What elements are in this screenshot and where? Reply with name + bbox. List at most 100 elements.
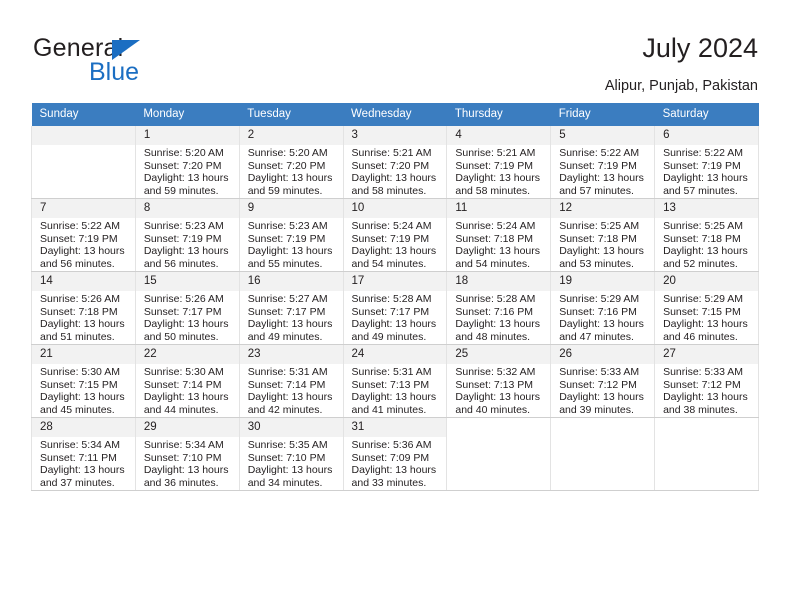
- calendar-day-cell[interactable]: 1 Sunrise: 5:20 AM Sunset: 7:20 PM Daylight…: [134, 126, 240, 199]
- day-number: 29: [135, 418, 239, 437]
- day-detail-daylight1: Daylight: 13 hours: [351, 172, 437, 185]
- day-cell-inner: 7 Sunrise: 5:22 AM Sunset: 7:19 PM Daylight…: [32, 199, 135, 271]
- day-cell-inner: 3 Sunrise: 5:21 AM Sunset: 7:20 PM Daylight…: [343, 126, 447, 198]
- day-details: Sunrise: 5:34 AM Sunset: 7:11 PM Daylight:…: [32, 437, 135, 489]
- day-detail-sunrise: Sunrise: 5:22 AM: [663, 147, 744, 159]
- calendar-page: General Blue July 2024 Alipur, Punjab, P…: [0, 0, 792, 612]
- day-cell-inner: 16 Sunrise: 5:27 AM Sunset: 7:17 PM Dayligh…: [239, 272, 343, 344]
- calendar-day-cell[interactable]: 3 Sunrise: 5:21 AM Sunset: 7:20 PM Daylight…: [342, 126, 448, 199]
- calendar-day-cell[interactable]: 29 Sunrise: 5:34 AM Sunset: 7:10 PM Dayligh…: [134, 417, 240, 491]
- day-detail-sunrise: Sunrise: 5:31 AM: [247, 366, 328, 378]
- day-detail-sunrise: Sunrise: 5:33 AM: [663, 366, 744, 378]
- day-detail-daylight1: Daylight: 13 hours: [559, 318, 644, 331]
- day-detail-sunrise: Sunrise: 5:23 AM: [247, 220, 328, 232]
- day-detail-daylight2: and 52 minutes.: [663, 257, 738, 270]
- calendar-day-cell[interactable]: 27 Sunrise: 5:33 AM Sunset: 7:12 PM Dayligh…: [654, 344, 759, 418]
- day-number: 18: [447, 272, 551, 291]
- day-cell-inner: 31 Sunrise: 5:36 AM Sunset: 7:09 PM Dayligh…: [343, 418, 447, 490]
- calendar-day-cell[interactable]: 25 Sunrise: 5:32 AM Sunset: 7:13 PM Dayligh…: [446, 344, 552, 418]
- day-details: Sunrise: 5:23 AM Sunset: 7:19 PM Daylight:…: [240, 218, 343, 270]
- calendar-day-cell[interactable]: 23 Sunrise: 5:31 AM Sunset: 7:14 PM Dayligh…: [238, 344, 344, 418]
- day-detail-daylight1: Daylight: 13 hours: [247, 464, 333, 477]
- day-cell-inner: 20 Sunrise: 5:29 AM Sunset: 7:15 PM Dayligh…: [655, 272, 758, 344]
- day-detail-sunset: Sunset: 7:17 PM: [247, 305, 326, 318]
- calendar-day-cell[interactable]: 13 Sunrise: 5:25 AM Sunset: 7:18 PM Dayligh…: [654, 198, 759, 272]
- day-cell-inner: 30 Sunrise: 5:35 AM Sunset: 7:10 PM Dayligh…: [239, 418, 343, 490]
- calendar-day-cell[interactable]: 24 Sunrise: 5:31 AM Sunset: 7:13 PM Dayligh…: [342, 344, 448, 418]
- calendar-day-cell[interactable]: 9 Sunrise: 5:23 AM Sunset: 7:19 PM Daylight…: [238, 198, 344, 272]
- day-detail-sunrise: Sunrise: 5:30 AM: [143, 366, 224, 378]
- calendar-day-cell[interactable]: 18 Sunrise: 5:28 AM Sunset: 7:16 PM Dayligh…: [446, 271, 552, 345]
- day-cell-inner: 17 Sunrise: 5:28 AM Sunset: 7:17 PM Dayligh…: [343, 272, 447, 344]
- day-number: 30: [239, 418, 343, 437]
- day-detail-daylight1: Daylight: 13 hours: [559, 172, 644, 185]
- calendar-day-cell[interactable]: 30 Sunrise: 5:35 AM Sunset: 7:10 PM Dayligh…: [238, 417, 344, 491]
- day-details: Sunrise: 5:22 AM Sunset: 7:19 PM Daylight:…: [551, 145, 654, 197]
- calendar-day-cell[interactable]: 5 Sunrise: 5:22 AM Sunset: 7:19 PM Daylight…: [550, 126, 656, 199]
- logo-text-blue: Blue: [89, 58, 140, 86]
- calendar-day-cell[interactable]: 21 Sunrise: 5:30 AM Sunset: 7:15 PM Dayligh…: [31, 344, 136, 418]
- day-detail-daylight2: and 49 minutes.: [351, 330, 427, 343]
- day-detail-sunset: Sunset: 7:19 PM: [247, 232, 326, 245]
- calendar-day-cell[interactable]: 4 Sunrise: 5:21 AM Sunset: 7:19 PM Daylight…: [446, 126, 552, 199]
- calendar-day-cell[interactable]: 31 Sunrise: 5:36 AM Sunset: 7:09 PM Dayligh…: [342, 417, 448, 491]
- day-details: Sunrise: 5:21 AM Sunset: 7:20 PM Daylight:…: [344, 145, 447, 197]
- calendar-day-cell[interactable]: 26 Sunrise: 5:33 AM Sunset: 7:12 PM Dayligh…: [550, 344, 656, 418]
- day-number: 23: [239, 345, 343, 364]
- calendar-day-cell[interactable]: 19 Sunrise: 5:29 AM Sunset: 7:16 PM Dayligh…: [550, 271, 656, 345]
- calendar-day-cell[interactable]: 15 Sunrise: 5:26 AM Sunset: 7:17 PM Dayligh…: [134, 271, 240, 345]
- day-detail-daylight2: and 39 minutes.: [559, 403, 634, 416]
- calendar-empty-cell: [31, 126, 136, 199]
- day-detail-daylight2: and 42 minutes.: [247, 403, 323, 416]
- day-cell-inner: 15 Sunrise: 5:26 AM Sunset: 7:17 PM Dayligh…: [135, 272, 239, 344]
- day-number: [32, 126, 135, 145]
- calendar-day-cell[interactable]: 10 Sunrise: 5:24 AM Sunset: 7:19 PM Dayligh…: [342, 198, 448, 272]
- calendar-day-cell[interactable]: 14 Sunrise: 5:26 AM Sunset: 7:18 PM Dayligh…: [31, 271, 136, 345]
- weekday-header-saturday: Saturday: [654, 103, 759, 126]
- day-cell-inner: [551, 418, 655, 490]
- day-detail-daylight1: Daylight: 13 hours: [663, 318, 748, 331]
- day-detail-sunrise: Sunrise: 5:29 AM: [559, 293, 640, 305]
- day-detail-sunset: Sunset: 7:20 PM: [247, 159, 326, 172]
- day-number: 13: [655, 199, 758, 218]
- page-title: July 2024: [642, 33, 758, 63]
- calendar-day-cell[interactable]: 7 Sunrise: 5:22 AM Sunset: 7:19 PM Daylight…: [31, 198, 136, 272]
- calendar-day-cell[interactable]: 2 Sunrise: 5:20 AM Sunset: 7:20 PM Daylight…: [238, 126, 344, 199]
- day-detail-sunset: Sunset: 7:20 PM: [143, 159, 222, 172]
- day-detail-daylight1: Daylight: 13 hours: [40, 318, 125, 331]
- calendar-day-cell[interactable]: 8 Sunrise: 5:23 AM Sunset: 7:19 PM Daylight…: [134, 198, 240, 272]
- day-detail-sunset: Sunset: 7:18 PM: [663, 232, 741, 245]
- day-number: 19: [551, 272, 655, 291]
- day-details: Sunrise: 5:32 AM Sunset: 7:13 PM Daylight:…: [447, 364, 550, 416]
- day-details: Sunrise: 5:21 AM Sunset: 7:19 PM Daylight:…: [447, 145, 550, 197]
- calendar-day-cell[interactable]: 16 Sunrise: 5:27 AM Sunset: 7:17 PM Dayligh…: [238, 271, 344, 345]
- day-detail-sunset: Sunset: 7:18 PM: [40, 305, 118, 318]
- general-blue-logo[interactable]: General Blue: [33, 34, 233, 86]
- weekday-header-monday: Monday: [135, 103, 240, 126]
- day-detail-sunset: Sunset: 7:19 PM: [40, 232, 118, 245]
- day-cell-inner: 23 Sunrise: 5:31 AM Sunset: 7:14 PM Dayligh…: [239, 345, 343, 417]
- day-detail-sunrise: Sunrise: 5:27 AM: [247, 293, 328, 305]
- day-detail-daylight2: and 38 minutes.: [663, 403, 738, 416]
- day-detail-daylight2: and 59 minutes.: [247, 184, 323, 197]
- location-subtitle: Alipur, Punjab, Pakistan: [604, 78, 758, 94]
- calendar-day-cell[interactable]: 17 Sunrise: 5:28 AM Sunset: 7:17 PM Dayligh…: [342, 271, 448, 345]
- day-detail-daylight2: and 59 minutes.: [143, 184, 219, 197]
- calendar-week-row: 1 Sunrise: 5:20 AM Sunset: 7:20 PM Daylight…: [31, 126, 759, 199]
- day-detail-sunset: Sunset: 7:14 PM: [247, 378, 326, 391]
- calendar-day-cell[interactable]: 20 Sunrise: 5:29 AM Sunset: 7:15 PM Dayligh…: [654, 271, 759, 345]
- day-number: 11: [447, 199, 551, 218]
- calendar-day-cell[interactable]: 11 Sunrise: 5:24 AM Sunset: 7:18 PM Dayligh…: [446, 198, 552, 272]
- blue-triangle-icon: [112, 40, 140, 60]
- calendar-day-cell[interactable]: 6 Sunrise: 5:22 AM Sunset: 7:19 PM Daylight…: [654, 126, 759, 199]
- day-detail-sunset: Sunset: 7:19 PM: [663, 159, 741, 172]
- day-detail-sunrise: Sunrise: 5:22 AM: [559, 147, 640, 159]
- day-cell-inner: 19 Sunrise: 5:29 AM Sunset: 7:16 PM Dayligh…: [551, 272, 655, 344]
- day-cell-inner: 13 Sunrise: 5:25 AM Sunset: 7:18 PM Dayligh…: [655, 199, 758, 271]
- day-detail-daylight2: and 46 minutes.: [663, 330, 738, 343]
- day-detail-daylight1: Daylight: 13 hours: [351, 464, 437, 477]
- calendar-day-cell[interactable]: 22 Sunrise: 5:30 AM Sunset: 7:14 PM Dayligh…: [134, 344, 240, 418]
- calendar-day-cell[interactable]: 12 Sunrise: 5:25 AM Sunset: 7:18 PM Dayligh…: [550, 198, 656, 272]
- calendar-day-cell[interactable]: 28 Sunrise: 5:34 AM Sunset: 7:11 PM Dayligh…: [31, 417, 136, 491]
- day-detail-daylight2: and 40 minutes.: [455, 403, 531, 416]
